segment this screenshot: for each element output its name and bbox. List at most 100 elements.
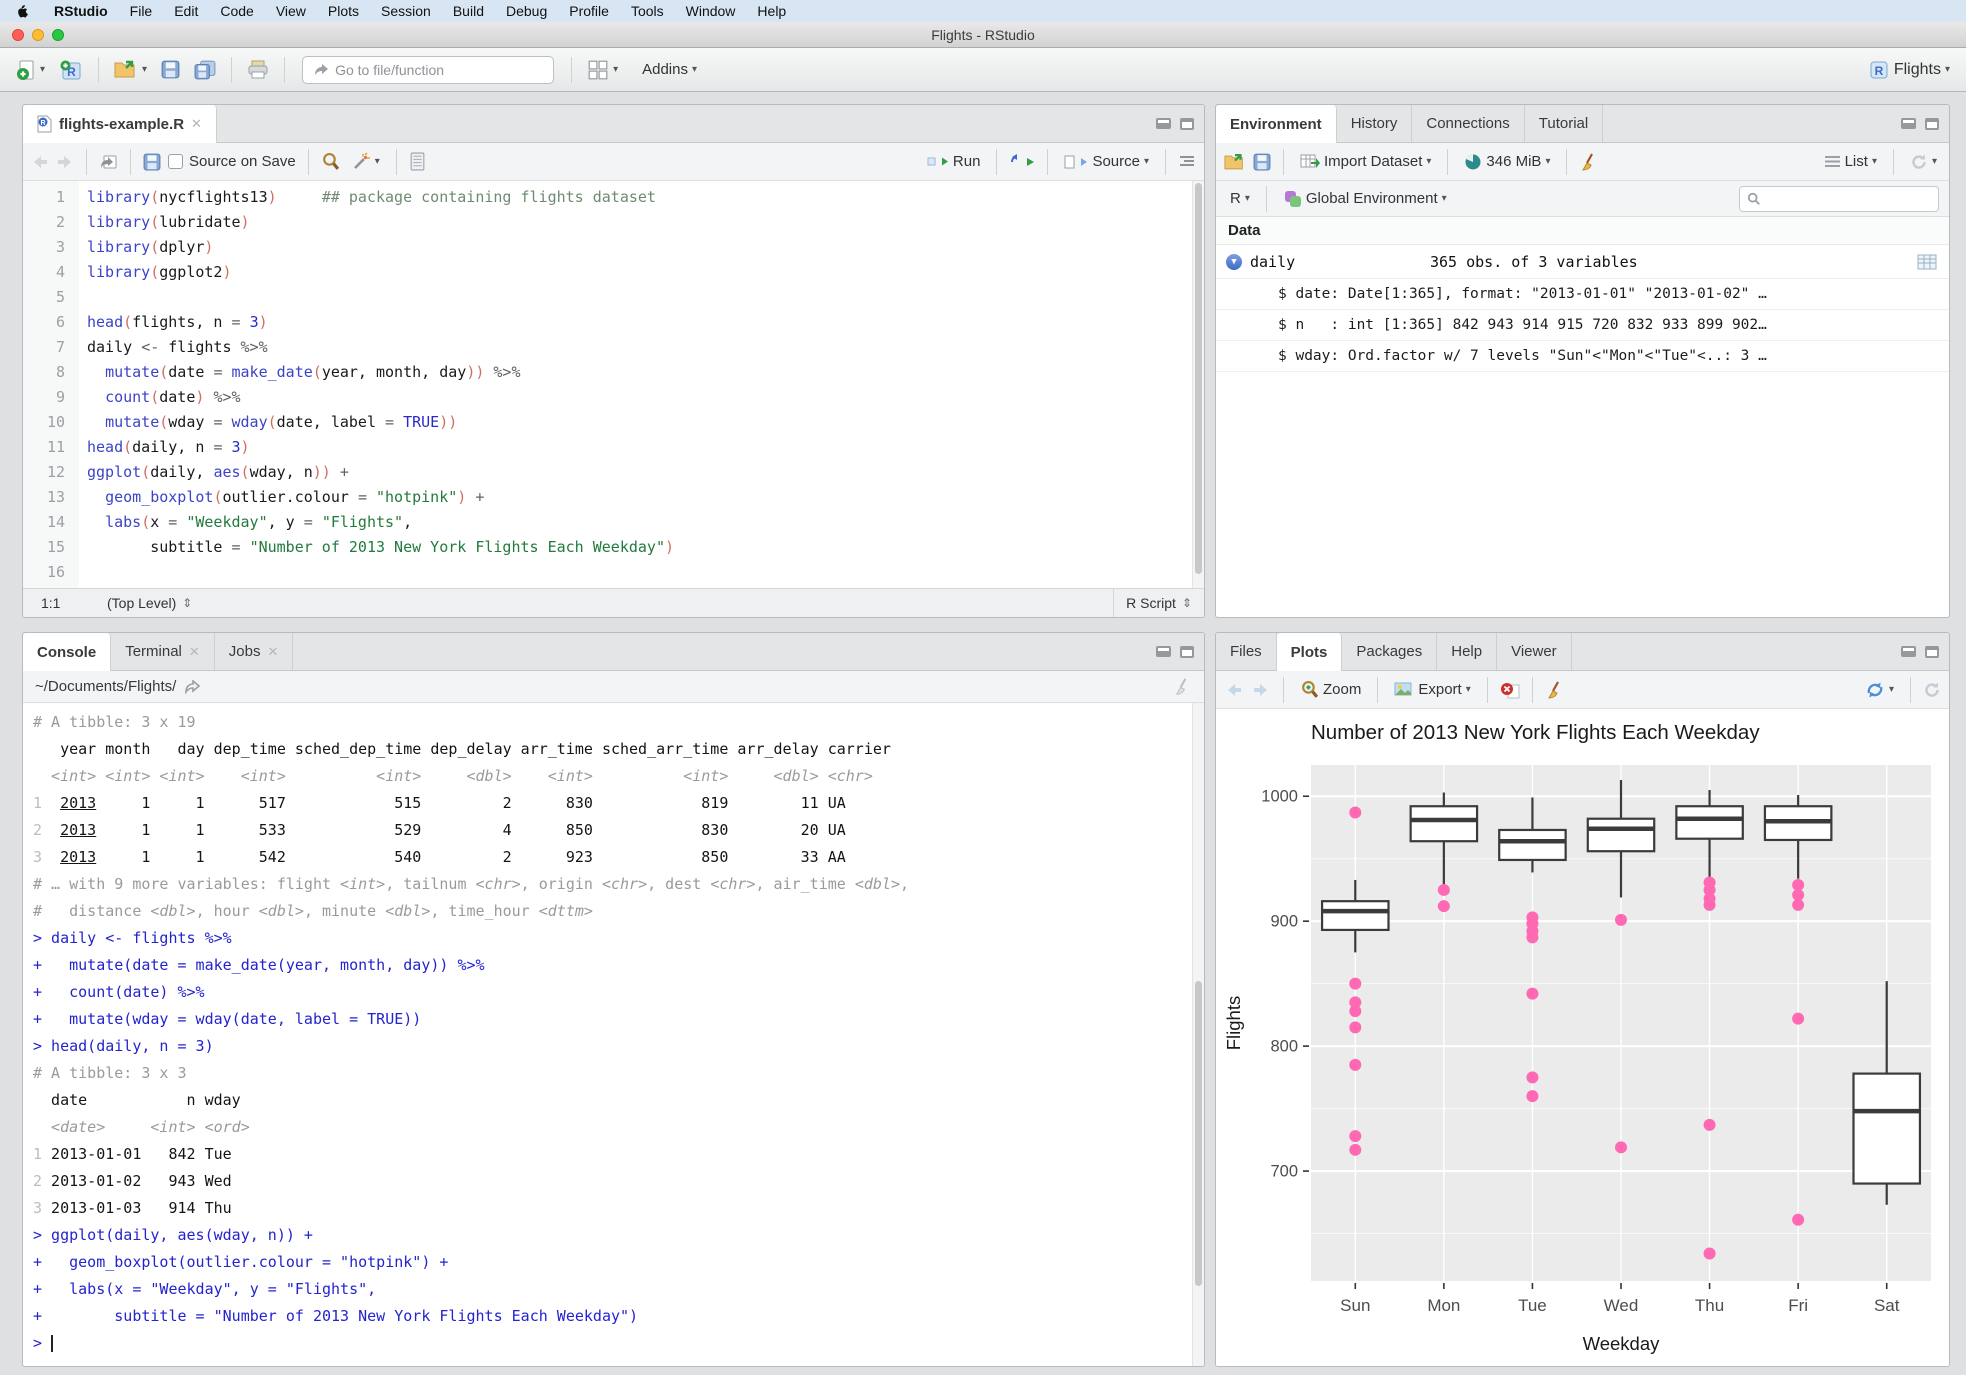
export-plot-button[interactable]: Export ▾	[1390, 678, 1474, 701]
console-output[interactable]: # A tibble: 3 x 19 year month day dep_ti…	[23, 703, 1192, 1366]
tab-flights-example[interactable]: R flights-example.R ✕	[23, 105, 217, 143]
source-on-save-toggle[interactable]: Source on Save	[168, 153, 296, 170]
close-tab-icon[interactable]: ✕	[191, 116, 202, 132]
zoom-window-button[interactable]	[52, 29, 64, 41]
zoom-plot-button[interactable]: Zoom	[1296, 677, 1365, 702]
tab-packages[interactable]: Packages	[1342, 633, 1438, 670]
menu-item-build[interactable]: Build	[442, 3, 495, 19]
tab-tutorial[interactable]: Tutorial	[1525, 105, 1604, 142]
tab-help[interactable]: Help	[1437, 633, 1498, 670]
clear-console-broom-icon[interactable]	[1173, 677, 1192, 696]
minimize-pane-icon[interactable]	[1156, 118, 1171, 129]
menu-item-file[interactable]: File	[119, 3, 164, 19]
minimize-window-button[interactable]	[32, 29, 44, 41]
scope-environment-selector[interactable]: Global Environment ▾	[1279, 186, 1451, 211]
maximize-pane-icon[interactable]	[1180, 117, 1194, 130]
clear-environment-broom-icon[interactable]	[1579, 152, 1599, 172]
load-workspace-icon[interactable]	[1224, 153, 1246, 171]
code-line[interactable]: library(nycflights13) ## package contain…	[87, 185, 1192, 210]
menu-item-help[interactable]: Help	[746, 3, 797, 19]
refresh-environment-button[interactable]: ▾	[1906, 150, 1941, 174]
save-workspace-icon[interactable]	[1253, 153, 1271, 171]
addins-button[interactable]: Addins ▾	[638, 58, 701, 81]
tab-console[interactable]: Console	[23, 633, 112, 671]
goto-file-search[interactable]	[302, 55, 555, 84]
clear-plots-broom-icon[interactable]	[1545, 680, 1565, 700]
goto-file-input[interactable]	[335, 61, 516, 78]
code-line[interactable]: mutate(date = make_date(year, month, day…	[87, 360, 1192, 385]
tab-terminal[interactable]: Terminal ✕	[111, 633, 215, 670]
code-line[interactable]: library(ggplot2)	[87, 260, 1192, 285]
code-line[interactable]: geom_boxplot(outlier.colour = "hotpink")…	[87, 485, 1192, 510]
collapse-object-icon[interactable]: ▼	[1226, 253, 1242, 270]
source-on-save-checkbox[interactable]	[168, 154, 183, 169]
menu-item-view[interactable]: View	[265, 3, 317, 19]
publish-plot-button[interactable]: ▾	[1861, 677, 1898, 703]
console-cursor[interactable]	[51, 1335, 54, 1352]
code-line[interactable]: library(lubridate)	[87, 210, 1192, 235]
environment-search-input[interactable]	[1766, 191, 1926, 206]
close-tab-icon[interactable]: ✕	[189, 644, 200, 660]
env-object-row-daily[interactable]: ▼ daily 365 obs. of 3 variables	[1216, 245, 1949, 279]
tab-environment[interactable]: Environment	[1216, 105, 1337, 143]
tab-connections[interactable]: Connections	[1412, 105, 1525, 142]
code-line[interactable]: subtitle = "Number of 2013 New York Flig…	[87, 535, 1192, 560]
code-line[interactable]: head(daily, n = 3)	[87, 435, 1192, 460]
code-line[interactable]: library(dplyr)	[87, 235, 1192, 260]
tab-history[interactable]: History	[1337, 105, 1413, 142]
minimize-pane-icon[interactable]	[1156, 646, 1171, 657]
document-outline-icon[interactable]	[1178, 155, 1196, 169]
menu-item-edit[interactable]: Edit	[163, 3, 209, 19]
code-editor[interactable]: 1 2 3 4 5 6 7 8 9 10 11 12 13 14 15 16 library(nycfligh…	[23, 181, 1204, 588]
code-line[interactable]: ggplot(daily, aes(wday, n)) +	[87, 460, 1192, 485]
line-number-gutter[interactable]: 1 2 3 4 5 6 7 8 9 10 11 12 13 14 15 16	[23, 181, 79, 588]
tab-plots[interactable]: Plots	[1276, 633, 1343, 671]
menu-item-tools[interactable]: Tools	[620, 3, 675, 19]
code-content[interactable]: library(nycflights13) ## package contain…	[79, 181, 1192, 588]
save-source-icon[interactable]	[143, 153, 161, 171]
new-project-button[interactable]: R	[55, 55, 87, 85]
close-window-button[interactable]	[12, 29, 24, 41]
project-selector[interactable]: R Flights ▾	[1864, 56, 1954, 84]
compile-report-icon[interactable]	[409, 152, 426, 171]
show-in-new-window-icon[interactable]	[99, 153, 118, 170]
code-line[interactable]: head(flights, n = 3)	[87, 310, 1192, 335]
console-scrollbar[interactable]	[1192, 703, 1204, 1366]
memory-usage-button[interactable]: 346 MiB ▾	[1460, 150, 1554, 174]
minimize-pane-icon[interactable]	[1901, 118, 1916, 129]
code-line[interactable]	[87, 285, 1192, 310]
refresh-plot-icon[interactable]	[1923, 681, 1941, 699]
find-replace-icon[interactable]	[321, 152, 340, 171]
maximize-pane-icon[interactable]	[1925, 117, 1939, 130]
forward-icon[interactable]	[56, 154, 74, 170]
code-line[interactable]: count(date) %>%	[87, 385, 1192, 410]
display-mode-button[interactable]: List ▾	[1820, 150, 1881, 173]
menu-item-profile[interactable]: Profile	[558, 3, 620, 19]
save-all-button[interactable]	[190, 57, 220, 83]
environment-search[interactable]	[1739, 185, 1939, 212]
window-title-bar[interactable]: Flights - RStudio	[0, 22, 1966, 48]
maximize-pane-icon[interactable]	[1180, 645, 1194, 658]
code-line[interactable]: daily <- flights %>%	[87, 335, 1192, 360]
import-dataset-button[interactable]: Import Dataset ▾	[1296, 150, 1435, 174]
apple-menu-icon[interactable]	[16, 4, 29, 19]
code-line[interactable]	[87, 560, 1192, 585]
menu-item-rstudio[interactable]: RStudio	[43, 3, 119, 19]
menu-item-code[interactable]: Code	[209, 3, 264, 19]
menu-item-debug[interactable]: Debug	[495, 3, 558, 19]
menu-item-window[interactable]: Window	[675, 3, 747, 19]
menu-item-session[interactable]: Session	[370, 3, 442, 19]
open-file-button[interactable]: ▾	[110, 57, 151, 82]
tab-viewer[interactable]: Viewer	[1497, 633, 1572, 670]
goto-directory-icon[interactable]	[184, 679, 201, 694]
minimize-pane-icon[interactable]	[1901, 646, 1916, 657]
save-button[interactable]	[157, 57, 184, 82]
menu-item-plots[interactable]: Plots	[317, 3, 370, 19]
doc-type-selector[interactable]: R Script ⇕	[1113, 589, 1204, 617]
scope-selector[interactable]: (Top Level) ⇕	[107, 595, 192, 611]
language-selector[interactable]: R ▾	[1226, 187, 1254, 210]
tab-jobs[interactable]: Jobs ✕	[215, 633, 294, 670]
code-line[interactable]: labs(x = "Weekday", y = "Flights",	[87, 510, 1192, 535]
next-plot-icon[interactable]	[1251, 682, 1271, 698]
run-button[interactable]: Run	[923, 150, 985, 173]
